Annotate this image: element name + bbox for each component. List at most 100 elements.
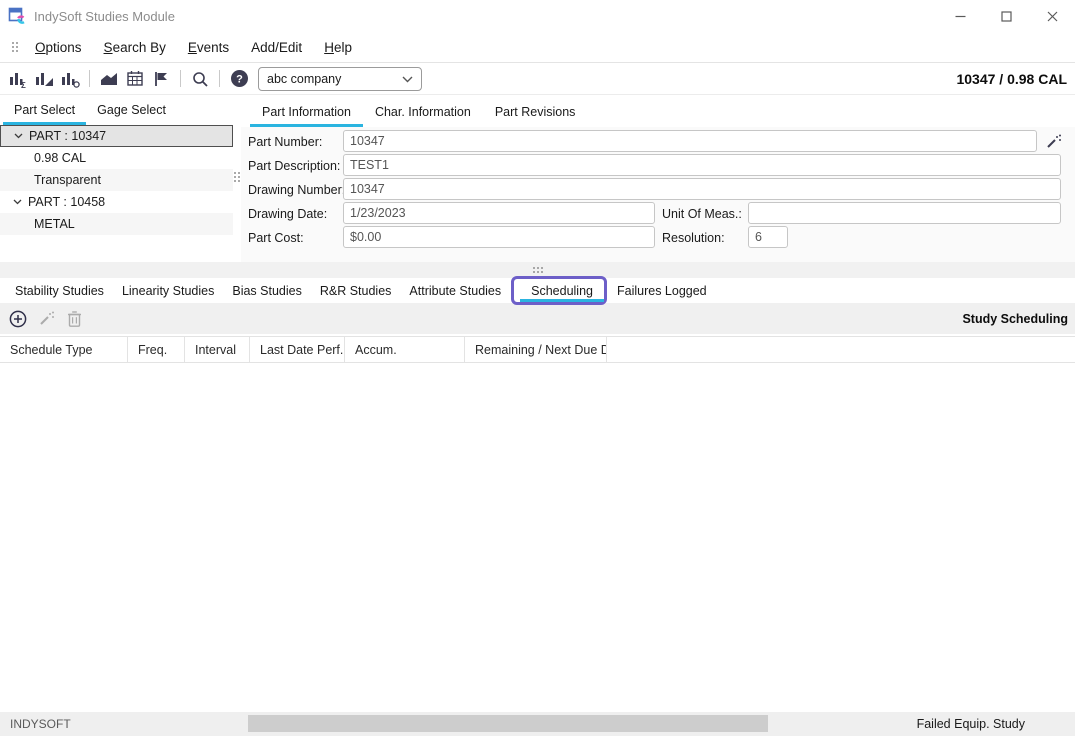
column-header-schedule-type[interactable]: Schedule Type <box>0 337 128 362</box>
unit-of-meas-input[interactable] <box>748 202 1061 224</box>
area-chart-icon[interactable] <box>97 68 121 90</box>
part-number-input[interactable] <box>343 130 1037 152</box>
tree-item-transparent[interactable]: Transparent <box>0 169 233 191</box>
menu-bar: Options Search By Events Add/Edit Help <box>0 32 1075 62</box>
splitter-grip-icon <box>234 172 240 182</box>
current-part-gage-label: 10347 / 0.98 CAL <box>956 71 1067 87</box>
part-information-panel: Part Information Char. Information Part … <box>241 95 1075 262</box>
help-icon[interactable]: ? <box>227 68 251 90</box>
horizontal-scrollbar-thumb[interactable] <box>248 715 768 732</box>
tab-attribute-studies[interactable]: Attribute Studies <box>400 280 510 302</box>
menu-events[interactable]: Events <box>177 36 240 59</box>
tree-item-label: PART : 10458 <box>28 195 105 209</box>
resolution-label: Resolution: <box>662 231 725 245</box>
tab-part-revisions[interactable]: Part Revisions <box>483 99 588 127</box>
status-brand-label: INDYSOFT <box>10 717 71 731</box>
tree-item-098-cal[interactable]: 0.98 CAL <box>0 147 233 169</box>
scheduling-toolbar: Study Scheduling <box>0 303 1075 334</box>
drawing-number-label: Drawing Number: <box>248 183 345 197</box>
app-window: IndySoft Studies Module Options Search B… <box>0 0 1075 736</box>
company-dropdown-value: abc company <box>267 72 341 86</box>
menu-search-by[interactable]: Search By <box>93 36 177 59</box>
linearity-chart-icon[interactable] <box>32 68 56 90</box>
magic-wand-icon[interactable] <box>1043 131 1063 151</box>
app-logo-icon <box>8 7 26 25</box>
tab-linearity-studies[interactable]: Linearity Studies <box>113 280 223 302</box>
tab-bias-studies[interactable]: Bias Studies <box>223 280 310 302</box>
menu-options[interactable]: Options <box>24 36 93 59</box>
tab-gage-select[interactable]: Gage Select <box>86 97 177 125</box>
resolution-input[interactable] <box>748 226 788 248</box>
minimize-button[interactable] <box>937 0 983 32</box>
delete-trash-icon[interactable] <box>62 308 86 330</box>
column-header-accum[interactable]: Accum. <box>345 337 465 362</box>
svg-text:?: ? <box>236 74 243 86</box>
toolbar-separator <box>219 70 220 87</box>
calendar-icon[interactable] <box>123 68 147 90</box>
column-header-remaining-next-due[interactable]: Remaining / Next Due Da <box>465 337 607 362</box>
close-button[interactable] <box>1029 0 1075 32</box>
window-title: IndySoft Studies Module <box>34 9 175 24</box>
flag-icon[interactable] <box>149 68 173 90</box>
tab-rr-studies[interactable]: R&R Studies <box>311 280 401 302</box>
column-header-last-date-perf[interactable]: Last Date Perf. <box>250 337 345 362</box>
tab-char-information[interactable]: Char. Information <box>363 99 483 127</box>
part-info-form: Part Number: Part Description: Drawing N… <box>241 127 1075 262</box>
search-icon[interactable] <box>188 68 212 90</box>
edit-wand-icon[interactable] <box>34 308 58 330</box>
splitter-grip-icon <box>533 267 543 273</box>
chevron-down-icon[interactable] <box>6 199 28 205</box>
toolbar-separator <box>89 70 90 87</box>
column-header-interval[interactable]: Interval <box>185 337 250 362</box>
status-bar: INDYSOFT Failed Equip. Study <box>0 712 1075 736</box>
chevron-down-icon <box>402 72 413 86</box>
part-select-panel: Part Select Gage Select PART : 10347 0.9… <box>0 95 233 262</box>
tree-item-label: METAL <box>34 217 75 231</box>
tab-scheduling[interactable]: Scheduling <box>520 279 604 302</box>
tree-item-label: Transparent <box>34 173 101 187</box>
tree-item-label: 0.98 CAL <box>34 151 86 165</box>
stability-chart-icon[interactable]: Σ <box>6 68 30 90</box>
chevron-down-icon[interactable] <box>7 133 29 139</box>
select-tabs: Part Select Gage Select <box>0 95 233 125</box>
part-info-tabs: Part Information Char. Information Part … <box>241 95 1075 127</box>
part-cost-label: Part Cost: <box>248 231 304 245</box>
tree-item-metal[interactable]: METAL <box>0 213 233 235</box>
status-right-label: Failed Equip. Study <box>917 717 1025 731</box>
part-cost-input[interactable] <box>343 226 655 248</box>
tab-part-information[interactable]: Part Information <box>250 99 363 127</box>
menu-help[interactable]: Help <box>313 36 363 59</box>
tab-stability-studies[interactable]: Stability Studies <box>6 280 113 302</box>
title-bar: IndySoft Studies Module <box>0 0 1075 32</box>
part-description-label: Part Description: <box>248 159 340 173</box>
scheduling-table-header: Schedule Type Freq. Interval Last Date P… <box>0 336 1075 363</box>
menu-grip-icon[interactable] <box>12 42 18 52</box>
tree-item-part-10347[interactable]: PART : 10347 <box>0 125 233 147</box>
unit-of-meas-label: Unit Of Meas.: <box>662 207 742 221</box>
bias-chart-icon[interactable] <box>58 68 82 90</box>
company-dropdown[interactable]: abc company <box>258 67 422 91</box>
maximize-button[interactable] <box>983 0 1029 32</box>
part-description-input[interactable] <box>343 154 1061 176</box>
scheduling-table: Schedule Type Freq. Interval Last Date P… <box>0 334 1075 712</box>
tree-item-part-10458[interactable]: PART : 10458 <box>0 191 233 213</box>
upper-section: Part Select Gage Select PART : 10347 0.9… <box>0 95 1075 262</box>
drawing-date-input[interactable] <box>343 202 655 224</box>
studies-tab-strip: Stability Studies Linearity Studies Bias… <box>0 278 1075 303</box>
drawing-date-label: Drawing Date: <box>248 207 327 221</box>
svg-text:Σ: Σ <box>21 81 26 88</box>
main-toolbar: Σ ? abc company 103 <box>0 62 1075 95</box>
tab-failures-logged[interactable]: Failures Logged <box>608 280 716 302</box>
tree-item-label: PART : 10347 <box>29 129 106 143</box>
toolbar-separator <box>180 70 181 87</box>
add-schedule-icon[interactable] <box>6 308 30 330</box>
drawing-number-input[interactable] <box>343 178 1061 200</box>
part-tree: PART : 10347 0.98 CAL Transparent PART :… <box>0 125 233 262</box>
part-number-label: Part Number: <box>248 135 322 149</box>
menu-add-edit[interactable]: Add/Edit <box>240 36 313 59</box>
tab-part-select[interactable]: Part Select <box>3 97 86 125</box>
scheduling-tab-highlight: Scheduling <box>511 276 607 305</box>
vertical-splitter[interactable] <box>233 95 241 262</box>
study-scheduling-title: Study Scheduling <box>962 312 1068 326</box>
column-header-freq[interactable]: Freq. <box>128 337 185 362</box>
